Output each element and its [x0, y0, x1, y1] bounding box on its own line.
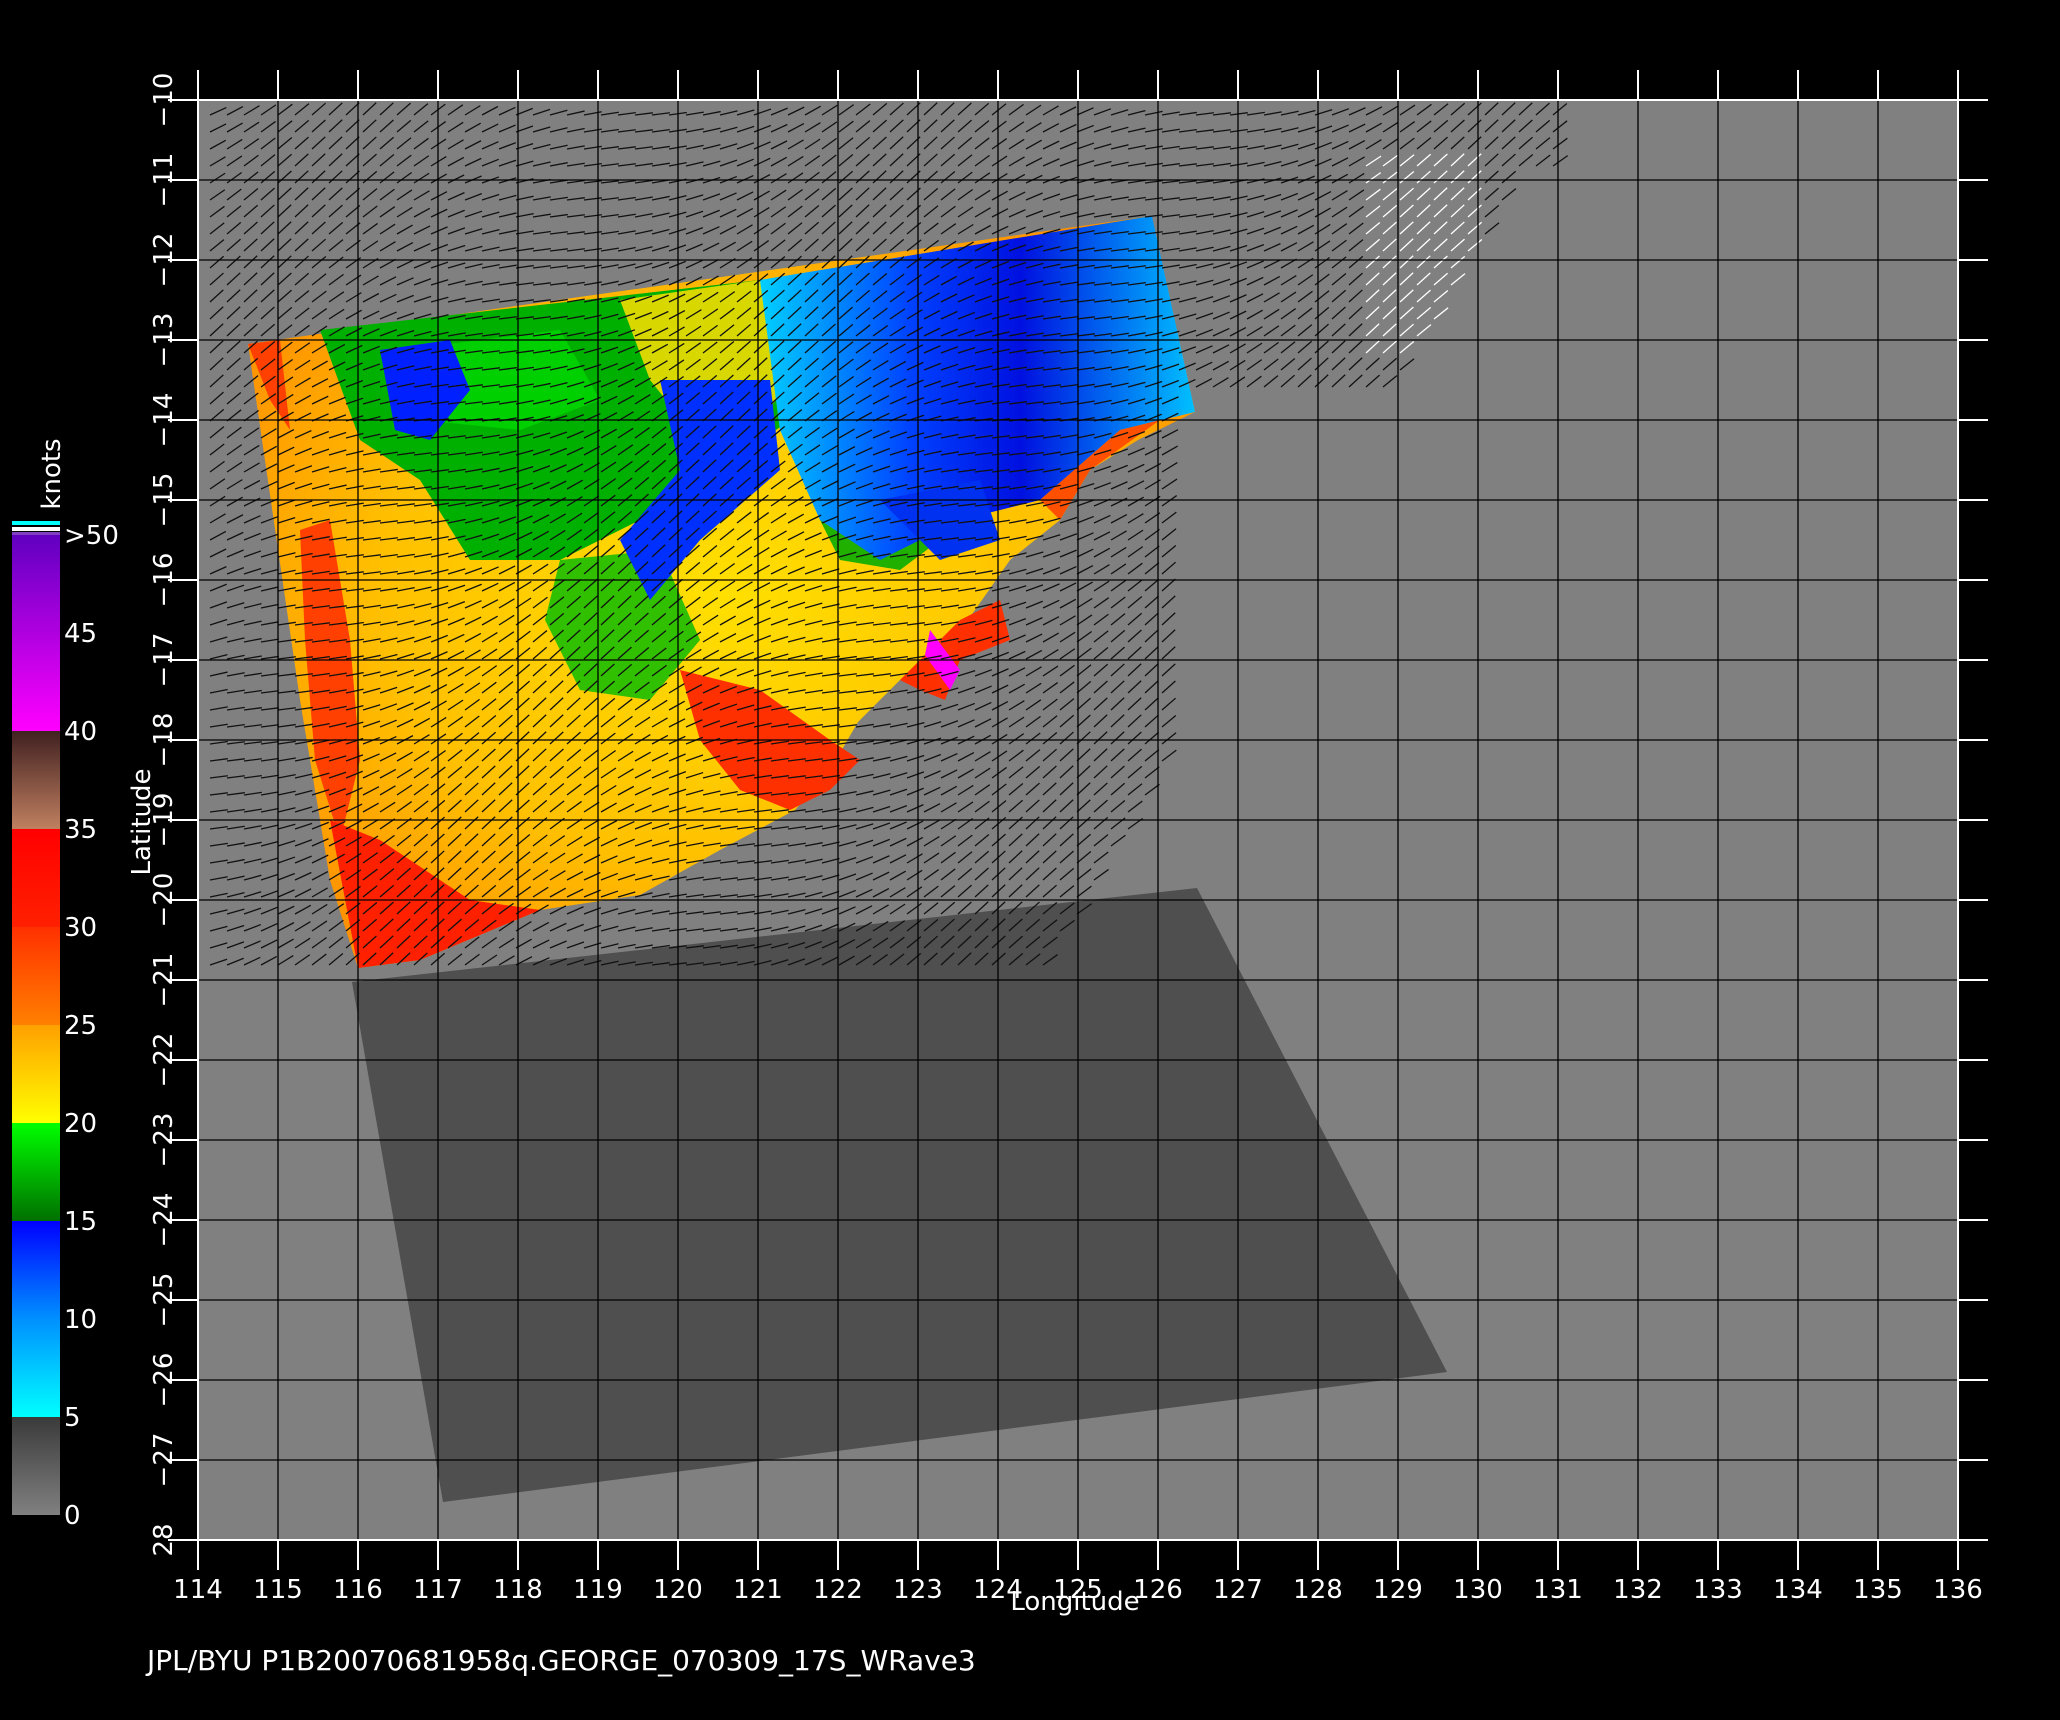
colorbar-segment	[12, 1417, 60, 1515]
lon-tick-label: 123	[893, 1575, 943, 1605]
lon-tick-label: 127	[1213, 1575, 1263, 1605]
lat-tick-label: −17	[149, 633, 179, 688]
colorbar-tick-label: 10	[64, 1305, 97, 1335]
colorbar-flag	[12, 527, 60, 531]
lat-tick-label: −20	[149, 873, 179, 928]
lat-tick-label: −23	[149, 1113, 179, 1168]
lat-tick-label: −26	[149, 1353, 179, 1408]
colorbar-segment	[12, 927, 60, 1025]
lat-tick-label: −10	[149, 73, 179, 128]
lat-tick-label: −18	[149, 713, 179, 768]
lon-tick-label: 115	[253, 1575, 303, 1605]
lat-tick-label: −15	[149, 473, 179, 528]
colorbar-tick-label: 20	[64, 1109, 97, 1139]
colorbar-segment	[12, 731, 60, 829]
colorbar-segment	[12, 1221, 60, 1319]
lat-tick-label: −14	[149, 393, 179, 448]
colorbar-tick-label: 35	[64, 815, 97, 845]
lat-tick-label: 28	[149, 1523, 179, 1556]
lon-tick-label: 118	[493, 1575, 543, 1605]
colorbar-segment	[12, 1025, 60, 1123]
colorbar-flag	[12, 532, 60, 535]
wind-map-figure: 114 115 116 117 118 119 120 121 122 123 124 125 126 1…	[12, 70, 1988, 1677]
footer-caption: JPL/BYU P1B20070681958q.GEORGE_070309_17…	[145, 1644, 976, 1677]
lon-tick-label: 126	[1133, 1575, 1183, 1605]
lat-tick-label: −11	[149, 153, 179, 208]
x-axis-label: Longitude	[1010, 1587, 1139, 1617]
lon-tick-label: 116	[333, 1575, 383, 1605]
lat-tick-label: −13	[149, 313, 179, 368]
colorbar-flag	[12, 521, 60, 525]
lon-tick-label: 128	[1293, 1575, 1343, 1605]
lon-tick-label: 129	[1373, 1575, 1423, 1605]
colorbar-tick-label: 5	[64, 1403, 81, 1433]
colorbar: 0 5 10 15 20 25 30 35 40 45 >50	[12, 521, 119, 1531]
colorbar-segment	[12, 1123, 60, 1221]
lon-tick-label: 121	[733, 1575, 783, 1605]
lon-tick-label: 114	[173, 1575, 223, 1605]
lat-tick-label: −22	[149, 1033, 179, 1088]
lon-tick-label: 132	[1613, 1575, 1663, 1605]
lat-tick-label: −21	[149, 953, 179, 1008]
colorbar-tick-label: 45	[64, 619, 97, 649]
lon-tick-label: 135	[1853, 1575, 1903, 1605]
lon-tick-label: 119	[573, 1575, 623, 1605]
lat-tick-label: −27	[149, 1433, 179, 1488]
lat-tick-label: −12	[149, 233, 179, 288]
lon-tick-label: 117	[413, 1575, 463, 1605]
lon-tick-label: 120	[653, 1575, 703, 1605]
lon-tick-label: 122	[813, 1575, 863, 1605]
colorbar-tick-label: 30	[64, 913, 97, 943]
colorbar-tick-label: >50	[64, 521, 119, 551]
colorbar-unit-label: knots	[37, 438, 67, 509]
lon-tick-label: 136	[1933, 1575, 1983, 1605]
colorbar-tick-label: 40	[64, 717, 97, 747]
y-axis-label: Latitude	[127, 768, 157, 875]
colorbar-tick-label: 0	[64, 1501, 81, 1531]
lon-tick-label: 130	[1453, 1575, 1503, 1605]
lat-tick-label: −25	[149, 1273, 179, 1328]
lon-tick-label: 134	[1773, 1575, 1823, 1605]
colorbar-segment	[12, 829, 60, 927]
lon-tick-label: 131	[1533, 1575, 1583, 1605]
lon-tick-label: 133	[1693, 1575, 1743, 1605]
lat-tick-label: −24	[149, 1193, 179, 1248]
colorbar-tick-label: 25	[64, 1011, 97, 1041]
lat-tick-label: −16	[149, 553, 179, 608]
colorbar-segment	[12, 535, 60, 731]
colorbar-tick-label: 15	[64, 1207, 97, 1237]
colorbar-segment	[12, 1319, 60, 1417]
